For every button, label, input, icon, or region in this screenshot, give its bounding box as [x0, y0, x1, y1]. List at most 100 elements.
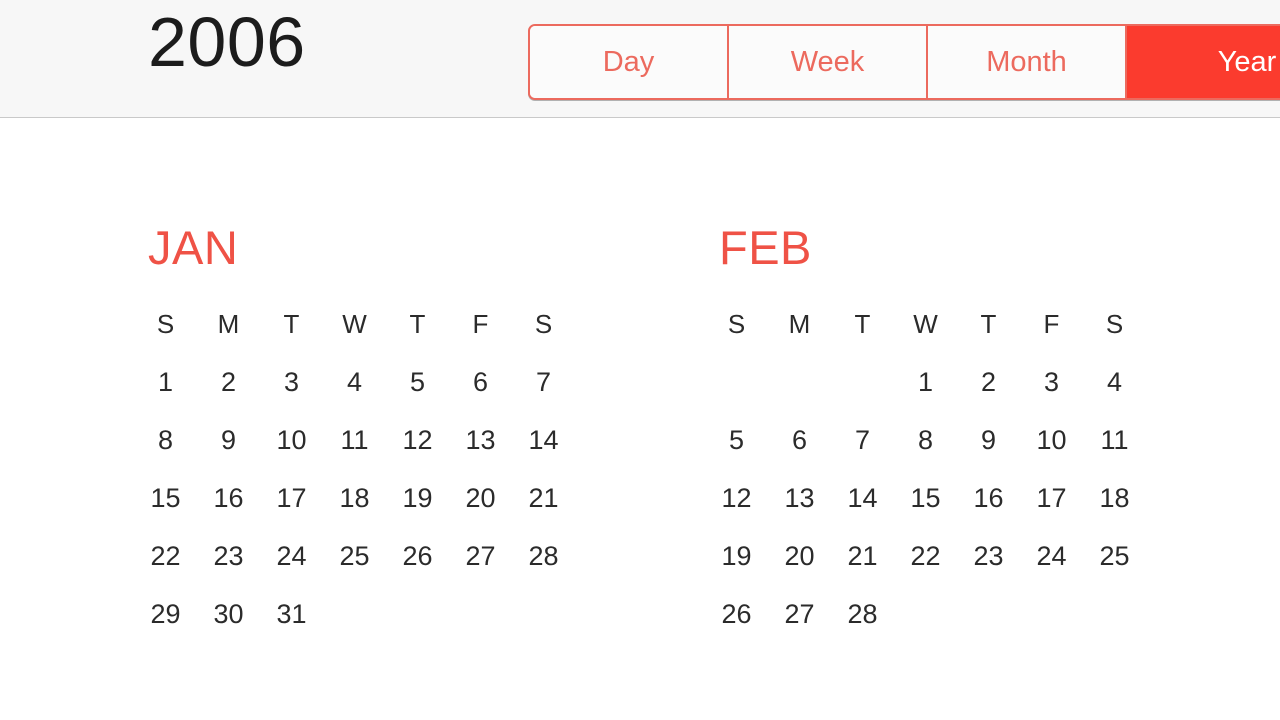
day-cell[interactable]: 17 — [1020, 485, 1083, 543]
day-cell[interactable]: 11 — [323, 427, 386, 485]
weekday-initial: M — [217, 309, 240, 339]
month-label[interactable]: JAN — [148, 224, 238, 271]
weekday-initial: S — [534, 309, 553, 339]
week-row: 1234567 — [134, 369, 575, 427]
day-cell[interactable]: 6 — [449, 369, 512, 427]
empty-day-cell — [323, 601, 386, 659]
day-cell[interactable]: 25 — [323, 543, 386, 601]
day-cell[interactable]: 16 — [197, 485, 260, 543]
day-cell[interactable]: 8 — [134, 427, 197, 485]
day-cell[interactable]: 30 — [197, 601, 260, 659]
weekday-initial: T — [409, 309, 426, 339]
week-row: 5 6 7 8 9 10 11 — [705, 427, 1146, 485]
day-cell[interactable]: 18 — [1083, 485, 1146, 543]
day-cell[interactable]: 13 — [449, 427, 512, 485]
day-cell[interactable]: 5 — [705, 427, 768, 485]
month-label[interactable]: FEB — [719, 224, 812, 271]
weekday-header-row: SMTWTFS — [705, 311, 1146, 369]
weekday-initial: S — [1105, 309, 1124, 339]
date-grid: 1 2 3 4 5 6 7 8 9 10 11 12 13 14 15 16 17 18 19 20 21 22 23 24 2… — [134, 369, 575, 659]
day-cell[interactable]: 10 — [1020, 427, 1083, 485]
day-cell[interactable]: 24 — [260, 543, 323, 601]
weekday-initial: F — [472, 309, 489, 339]
day-cell[interactable]: 25 — [1083, 543, 1146, 601]
weekday-initial: W — [913, 309, 938, 339]
day-cell[interactable]: 18 — [323, 485, 386, 543]
day-cell[interactable]: 31 — [260, 601, 323, 659]
day-cell[interactable]: 1 — [894, 369, 957, 427]
tab-month[interactable]: Month — [928, 26, 1127, 98]
tab-year[interactable]: Year — [1127, 26, 1280, 98]
day-cell[interactable]: 17 — [260, 485, 323, 543]
weekday-initial: M — [788, 309, 811, 339]
day-cell[interactable]: 3 — [260, 369, 323, 427]
day-cell[interactable]: 11 — [1083, 427, 1146, 485]
empty-day-cell — [894, 601, 957, 659]
empty-day-cell — [1020, 601, 1083, 659]
day-cell[interactable]: 4 — [1083, 369, 1146, 427]
day-cell[interactable]: 24 — [1020, 543, 1083, 601]
week-row: 22 23 24 25 26 27 28 — [134, 543, 575, 601]
page-title: 2006 — [148, 3, 306, 81]
day-cell[interactable]: 22 — [894, 543, 957, 601]
day-cell[interactable]: 1 — [134, 369, 197, 427]
day-cell[interactable]: 26 — [705, 601, 768, 659]
week-row: 29 30 31 — [134, 601, 575, 659]
day-cell[interactable]: 15 — [134, 485, 197, 543]
empty-day-cell — [1083, 601, 1146, 659]
day-cell[interactable]: 27 — [768, 601, 831, 659]
empty-day-cell — [831, 369, 894, 427]
day-cell[interactable]: 23 — [197, 543, 260, 601]
day-cell[interactable]: 6 — [768, 427, 831, 485]
day-cell[interactable]: 15 — [894, 485, 957, 543]
day-cell[interactable]: 10 — [260, 427, 323, 485]
day-cell[interactable]: 3 — [1020, 369, 1083, 427]
day-cell[interactable]: 22 — [134, 543, 197, 601]
day-cell[interactable]: 12 — [386, 427, 449, 485]
week-row: 26 27 28 — [705, 601, 1146, 659]
day-cell[interactable]: 4 — [323, 369, 386, 427]
tab-day[interactable]: Day — [530, 26, 729, 98]
weekday-initial: T — [854, 309, 871, 339]
day-cell[interactable]: 2 — [957, 369, 1020, 427]
empty-day-cell — [957, 601, 1020, 659]
day-cell[interactable]: 12 — [705, 485, 768, 543]
day-cell[interactable]: 26 — [386, 543, 449, 601]
day-cell[interactable]: 14 — [512, 427, 575, 485]
weekday-initial: S — [727, 309, 746, 339]
day-cell[interactable]: 2 — [197, 369, 260, 427]
empty-day-cell — [705, 369, 768, 427]
day-cell[interactable]: 27 — [449, 543, 512, 601]
week-row: 12 13 14 15 16 17 18 — [705, 485, 1146, 543]
day-cell[interactable]: 19 — [705, 543, 768, 601]
day-cell[interactable]: 13 — [768, 485, 831, 543]
view-mode-segmented-control[interactable]: Day Week Month Year — [528, 24, 1280, 100]
day-cell[interactable]: 5 — [386, 369, 449, 427]
day-cell[interactable]: 29 — [134, 601, 197, 659]
day-cell[interactable]: 14 — [831, 485, 894, 543]
week-row: 19 20 21 22 23 24 25 — [705, 543, 1146, 601]
empty-day-cell — [449, 601, 512, 659]
day-cell[interactable]: 19 — [386, 485, 449, 543]
weekday-initial: T — [980, 309, 997, 339]
empty-day-cell — [386, 601, 449, 659]
day-cell[interactable]: 20 — [449, 485, 512, 543]
day-cell[interactable]: 9 — [197, 427, 260, 485]
day-cell[interactable]: 9 — [957, 427, 1020, 485]
day-cell[interactable]: 7 — [512, 369, 575, 427]
weekday-initial: W — [342, 309, 367, 339]
day-cell[interactable]: 20 — [768, 543, 831, 601]
date-grid: 1 2 3 4 5 6 7 8 9 10 11 12 13 14 15 16 17 18 19 20 21 22 23 24 2… — [705, 369, 1146, 659]
tab-week[interactable]: Week — [729, 26, 928, 98]
day-cell[interactable]: 21 — [512, 485, 575, 543]
day-cell[interactable]: 23 — [957, 543, 1020, 601]
day-cell[interactable]: 21 — [831, 543, 894, 601]
weekday-initial: S — [156, 309, 175, 339]
day-cell[interactable]: 28 — [831, 601, 894, 659]
week-row: 1234 — [705, 369, 1146, 427]
day-cell[interactable]: 16 — [957, 485, 1020, 543]
day-cell[interactable]: 28 — [512, 543, 575, 601]
day-cell[interactable]: 8 — [894, 427, 957, 485]
day-cell[interactable]: 7 — [831, 427, 894, 485]
weekday-initial: T — [283, 309, 300, 339]
